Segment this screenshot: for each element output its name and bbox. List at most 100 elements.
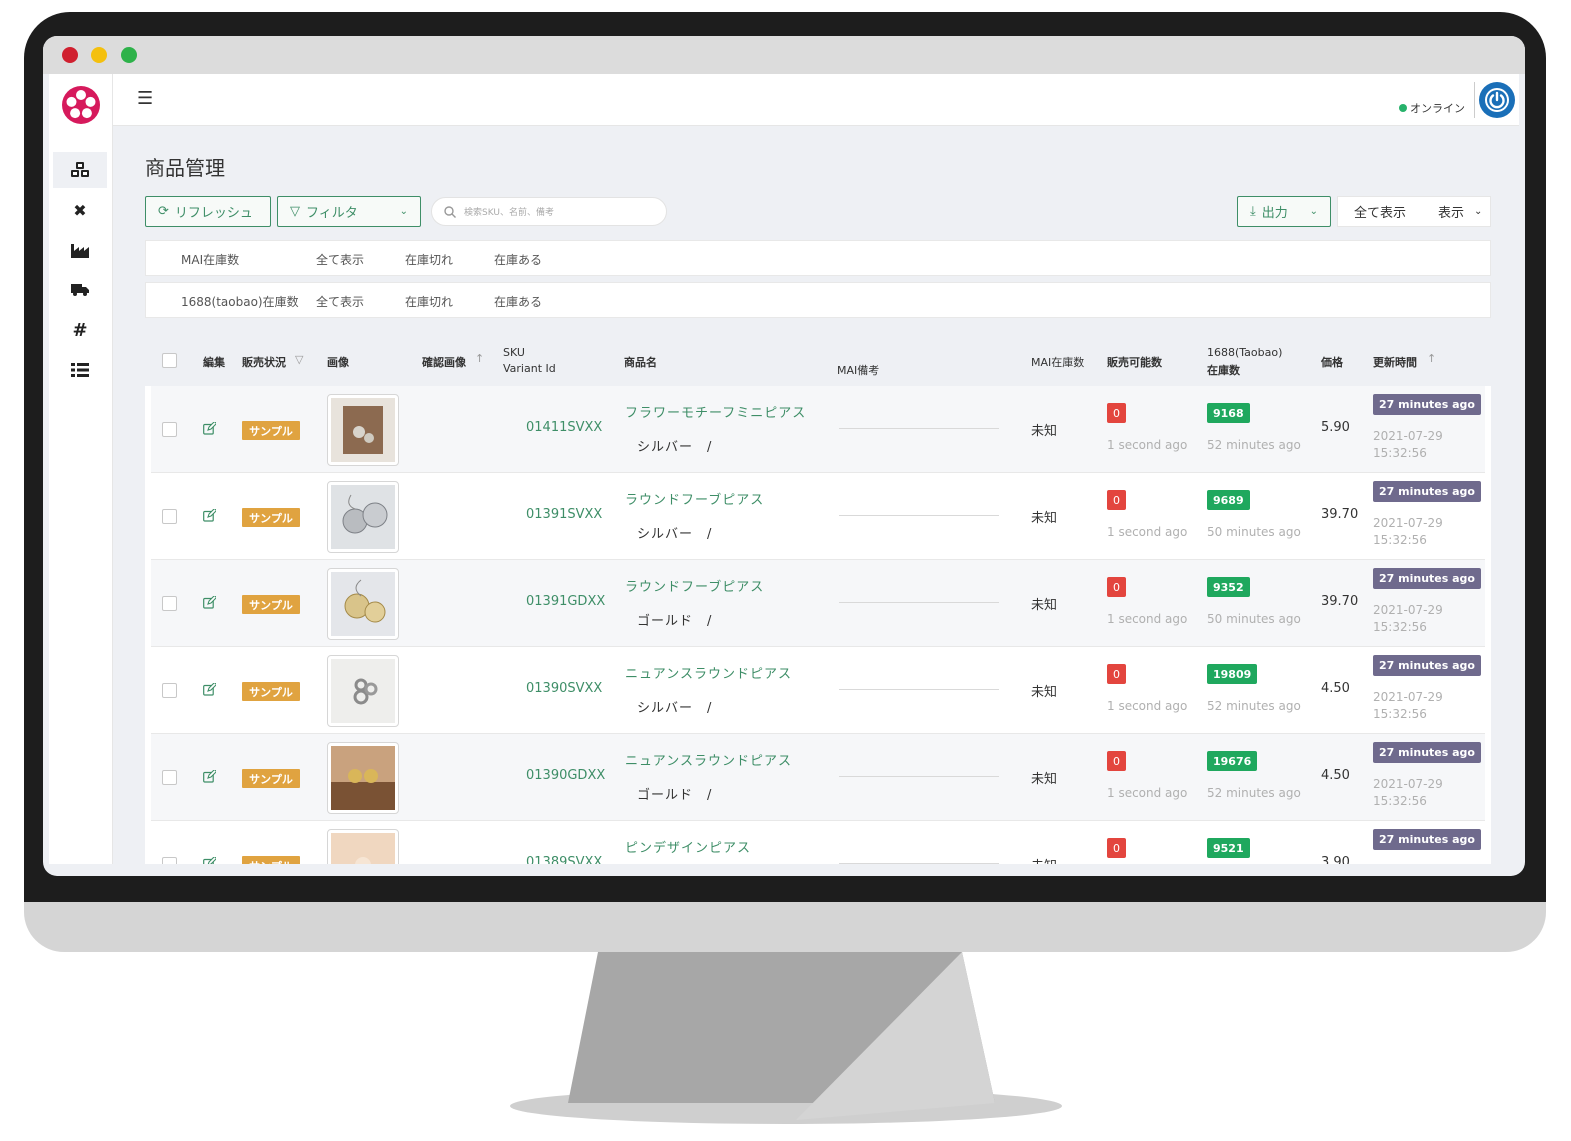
sidebar: ✖ # — [49, 74, 113, 864]
export-label: 出力 — [1261, 206, 1288, 221]
mai-stock-value: 未知 — [1031, 598, 1058, 613]
search-input[interactable]: 検索SKU、名前、備考 — [431, 197, 667, 226]
taobao-ago: 52 minutes ago — [1207, 438, 1301, 452]
filter-icon[interactable]: ▽ — [295, 353, 303, 366]
refresh-button[interactable]: ⟳ リフレッシュ — [145, 196, 271, 227]
product-thumbnail[interactable] — [327, 829, 399, 864]
table-header: 編集 販売状況 ▽ 画像 確認画像 ↑ SKU Variant Id 商品名 M… — [145, 334, 1491, 386]
sku-link[interactable]: 01389SVXX — [526, 855, 602, 864]
sidebar-item-list[interactable] — [53, 352, 107, 388]
sidebar-item-shipping[interactable] — [53, 272, 107, 308]
edit-icon[interactable] — [203, 857, 216, 864]
updated-time: 15:32:56 — [1373, 707, 1427, 721]
sellable-badge: 0 — [1107, 403, 1126, 423]
sidebar-item-factory[interactable] — [53, 232, 107, 268]
memo-field[interactable] — [839, 776, 999, 777]
chevron-down-icon: ⌄ — [1474, 206, 1483, 217]
select-all-checkbox[interactable] — [162, 353, 177, 368]
minimize-window-button[interactable] — [91, 47, 107, 63]
sidebar-item-close[interactable]: ✖ — [53, 192, 107, 228]
product-thumbnail[interactable] — [327, 742, 399, 814]
price-value: 4.50 — [1321, 768, 1350, 783]
power-icon — [1485, 88, 1509, 112]
filter-option-out-of-stock[interactable]: 在庫切れ — [405, 251, 453, 268]
filter-option-out-of-stock[interactable]: 在庫切れ — [405, 293, 453, 310]
online-dot-icon — [1399, 104, 1407, 112]
product-name-link[interactable]: ニュアンスラウンドピアス — [625, 663, 792, 682]
display-label: 表示 — [1438, 206, 1465, 221]
products-table: 編集 販売状況 ▽ 画像 確認画像 ↑ SKU Variant Id 商品名 M… — [145, 334, 1491, 864]
product-name-link[interactable]: ラウンドフーブピアス — [625, 576, 764, 595]
row-checkbox[interactable] — [162, 683, 177, 698]
edit-icon[interactable] — [203, 683, 216, 696]
row-checkbox[interactable] — [162, 770, 177, 785]
header-updated: 更新時間 — [1373, 356, 1417, 369]
edit-icon[interactable] — [203, 596, 216, 609]
filter-option-show-all[interactable]: 全て表示 — [316, 293, 364, 310]
product-name-link[interactable]: ラウンドフーブピアス — [625, 489, 764, 508]
table-row: サンプル 01390SVXX ニュアンスラウンドピアス シルバー / 未知 0 … — [151, 647, 1485, 734]
updated-date: 2021-07-29 — [1373, 516, 1443, 530]
display-dropdown[interactable]: 全て表示 表示 ⌄ — [1337, 196, 1491, 227]
memo-field[interactable] — [839, 689, 999, 690]
sku-link[interactable]: 01391SVXX — [526, 507, 602, 522]
row-checkbox[interactable] — [162, 422, 177, 437]
taobao-ago: 52 minutes ago — [1207, 786, 1301, 800]
app: ✖ # ☰ オンライン 商品管理 ⟳ リフレッシュ ▽ フィルタ ⌄ 検索SKU… — [49, 74, 1519, 864]
hamburger-menu-icon[interactable]: ☰ — [137, 88, 153, 109]
sort-arrow-icon[interactable]: ↑ — [475, 352, 484, 365]
edit-icon[interactable] — [203, 422, 216, 435]
status-badge: サンプル — [242, 421, 300, 440]
memo-field[interactable] — [839, 863, 999, 864]
taobao-stock-badge: 9521 — [1207, 838, 1250, 858]
taobao-stock-badge: 9352 — [1207, 577, 1250, 597]
taobao-ago: 50 minutes ago — [1207, 525, 1301, 539]
memo-field[interactable] — [839, 602, 999, 603]
row-checkbox[interactable] — [162, 596, 177, 611]
maximize-window-button[interactable] — [121, 47, 137, 63]
sidebar-item-products[interactable] — [53, 152, 107, 188]
product-name-link[interactable]: ピンデザインピアス — [625, 837, 751, 856]
sellable-badge: 0 — [1107, 664, 1126, 684]
screen: ✖ # ☰ オンライン 商品管理 ⟳ リフレッシュ ▽ フィルタ ⌄ 検索SKU… — [43, 36, 1525, 876]
updated-date: 2021-07-29 — [1373, 690, 1443, 704]
chevron-down-icon: ⌄ — [399, 206, 408, 217]
export-dropdown[interactable]: ⤓ 出力 ⌄ — [1237, 196, 1331, 227]
sort-arrow-icon[interactable]: ↑ — [1427, 352, 1436, 365]
header-edit: 編集 — [203, 356, 225, 369]
product-name-link[interactable]: フラワーモチーフミニピアス — [625, 402, 806, 421]
updated-time: 15:32:56 — [1373, 794, 1427, 808]
memo-field[interactable] — [839, 515, 999, 516]
sku-link[interactable]: 01391GDXX — [526, 594, 605, 609]
close-window-button[interactable] — [62, 47, 78, 63]
updated-ago-badge: 27 minutes ago — [1373, 742, 1481, 763]
power-button[interactable] — [1479, 82, 1515, 118]
filter-option-in-stock[interactable]: 在庫ある — [494, 251, 542, 268]
sellable-badge: 0 — [1107, 577, 1126, 597]
sku-link[interactable]: 01390GDXX — [526, 768, 605, 783]
row-checkbox[interactable] — [162, 857, 177, 864]
edit-icon[interactable] — [203, 509, 216, 522]
product-name-link[interactable]: ニュアンスラウンドピアス — [625, 750, 792, 769]
row-checkbox[interactable] — [162, 509, 177, 524]
brand-logo[interactable] — [60, 84, 102, 126]
header-sku: SKU — [503, 346, 525, 359]
sellable-ago: 1 second ago — [1107, 699, 1188, 713]
status-badge: サンプル — [242, 595, 300, 614]
filter-dropdown[interactable]: ▽ フィルタ ⌄ — [277, 196, 421, 227]
sku-link[interactable]: 01411SVXX — [526, 420, 602, 435]
status-badge: サンプル — [242, 856, 300, 864]
memo-field[interactable] — [839, 428, 999, 429]
updated-ago-badge: 27 minutes ago — [1373, 394, 1481, 415]
product-thumbnail[interactable] — [327, 568, 399, 640]
sku-link[interactable]: 01390SVXX — [526, 681, 602, 696]
product-thumbnail[interactable] — [327, 394, 399, 466]
sidebar-item-hashtag[interactable]: # — [53, 312, 107, 348]
sellable-badge: 0 — [1107, 838, 1126, 858]
product-thumbnail[interactable] — [327, 655, 399, 727]
edit-icon[interactable] — [203, 770, 216, 783]
product-thumbnail[interactable] — [327, 481, 399, 553]
updated-time: 15:32:56 — [1373, 446, 1427, 460]
filter-option-show-all[interactable]: 全て表示 — [316, 251, 364, 268]
filter-option-in-stock[interactable]: 在庫ある — [494, 293, 542, 310]
